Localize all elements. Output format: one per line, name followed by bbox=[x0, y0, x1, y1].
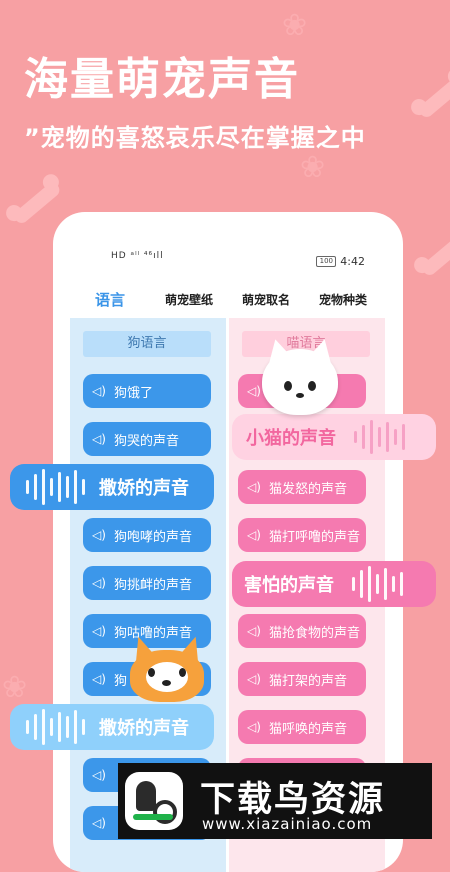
signal-indicator: HD ᵃˡˡ ⁴⁶ıll bbox=[111, 251, 164, 261]
cat-sound-item[interactable]: ◁) 猫抢食物的声音 bbox=[238, 614, 366, 648]
cat-sound-item[interactable]: ◁) 猫发怒的声音 bbox=[238, 470, 366, 504]
paw-print-icon: ❀ bbox=[282, 8, 308, 43]
speaker-icon: ◁) bbox=[247, 480, 261, 494]
speaker-icon: ◁) bbox=[92, 672, 106, 686]
corgi-mascot-icon bbox=[126, 632, 208, 704]
soundwave-icon bbox=[26, 709, 85, 745]
scared-sound-callout: 害怕的声音 bbox=[232, 561, 436, 607]
speaker-icon: ◁) bbox=[247, 624, 261, 638]
cat-sound-item[interactable]: ◁) 猫打呼噜的声音 bbox=[238, 518, 366, 552]
dog-sound-item[interactable]: ◁) 狗挑衅的声音 bbox=[83, 566, 211, 600]
tab-naming[interactable]: 萌宠取名 bbox=[242, 291, 290, 308]
status-bar: HD ᵃˡˡ ⁴⁶ıll 100 4:42 bbox=[111, 251, 365, 271]
cat-sound-label: 猫发怒的声音 bbox=[269, 481, 348, 497]
cat-sound-label: 猫抢食物的声音 bbox=[269, 625, 361, 641]
cat-mascot-icon bbox=[262, 336, 338, 415]
dog-sound-item[interactable]: ◁) 狗咆哮的声音 bbox=[83, 518, 211, 552]
speaker-icon: ◁) bbox=[92, 384, 106, 398]
coy-sound-callout-light: 撒娇的声音 bbox=[10, 704, 214, 750]
battery-icon: 100 bbox=[316, 256, 337, 267]
bone-icon bbox=[11, 180, 63, 226]
speaker-icon: ◁) bbox=[247, 528, 261, 542]
tab-breeds[interactable]: 宠物种类 bbox=[319, 291, 367, 308]
dog-sound-label: 狗哭的声音 bbox=[114, 433, 180, 449]
watermark-banner: 下载鸟资源 www.xiazainiao.com bbox=[118, 763, 432, 839]
cat-sound-item[interactable]: ◁) 猫打架的声音 bbox=[238, 662, 366, 696]
tab-wallpaper[interactable]: 萌宠壁纸 bbox=[165, 291, 213, 308]
kitten-callout-label: 小猫的声音 bbox=[246, 428, 336, 449]
cat-sound-label: 猫打架的声音 bbox=[269, 673, 348, 689]
dog-column-header: 狗语言 bbox=[83, 331, 211, 357]
dog-sound-label: 狗咆哮的声音 bbox=[114, 529, 193, 545]
paw-print-icon: ❀ bbox=[300, 150, 326, 185]
promo-subline: ”宠物的喜怒哀乐尽在掌握之中 bbox=[24, 124, 366, 152]
dog-sound-label: 狗饿了 bbox=[114, 385, 154, 401]
speaker-icon: ◁) bbox=[92, 528, 106, 542]
speaker-icon: ◁) bbox=[247, 672, 261, 686]
coy-sound-callout: 撒娇的声音 bbox=[10, 464, 214, 510]
promo-headline: 海量萌宠声音 bbox=[24, 54, 300, 105]
soundwave-icon bbox=[26, 469, 85, 505]
bird-logo-icon bbox=[125, 772, 183, 830]
scared-callout-label: 害怕的声音 bbox=[244, 575, 334, 596]
speaker-icon: ◁) bbox=[92, 432, 106, 446]
speaker-icon: ◁) bbox=[92, 768, 106, 782]
paw-print-icon: ❀ bbox=[2, 670, 28, 705]
dog-sound-item[interactable]: ◁) 狗饿了 bbox=[83, 374, 211, 408]
cat-sound-item[interactable]: ◁) 猫呼唤的声音 bbox=[238, 710, 366, 744]
speaker-icon: ◁) bbox=[92, 576, 106, 590]
cat-sound-label: 猫打呼噜的声音 bbox=[269, 529, 361, 545]
soundwave-icon bbox=[352, 566, 403, 602]
soundwave-icon bbox=[354, 420, 405, 454]
speaker-icon: ◁) bbox=[92, 624, 106, 638]
speaker-icon: ◁) bbox=[247, 720, 261, 734]
dog-sound-item[interactable]: ◁) 狗哭的声音 bbox=[83, 422, 211, 456]
kitten-sound-callout: 小猫的声音 bbox=[232, 414, 436, 460]
speaker-icon: ◁) bbox=[92, 816, 106, 830]
status-right: 100 4:42 bbox=[316, 255, 365, 268]
coy-callout-label: 撒娇的声音 bbox=[99, 478, 189, 499]
bone-icon bbox=[419, 232, 450, 278]
cat-sound-label: 猫呼唤的声音 bbox=[269, 721, 348, 737]
dog-sound-label: 狗挑衅的声音 bbox=[114, 577, 193, 593]
tab-bar: 语言 萌宠壁纸 萌宠取名 宠物种类 bbox=[53, 289, 403, 311]
coy-light-callout-label: 撒娇的声音 bbox=[99, 718, 189, 739]
bone-icon bbox=[416, 74, 450, 120]
clock: 4:42 bbox=[340, 255, 365, 268]
tab-language[interactable]: 语言 bbox=[95, 289, 125, 310]
watermark-domain: www.xiazainiao.com bbox=[202, 815, 373, 833]
